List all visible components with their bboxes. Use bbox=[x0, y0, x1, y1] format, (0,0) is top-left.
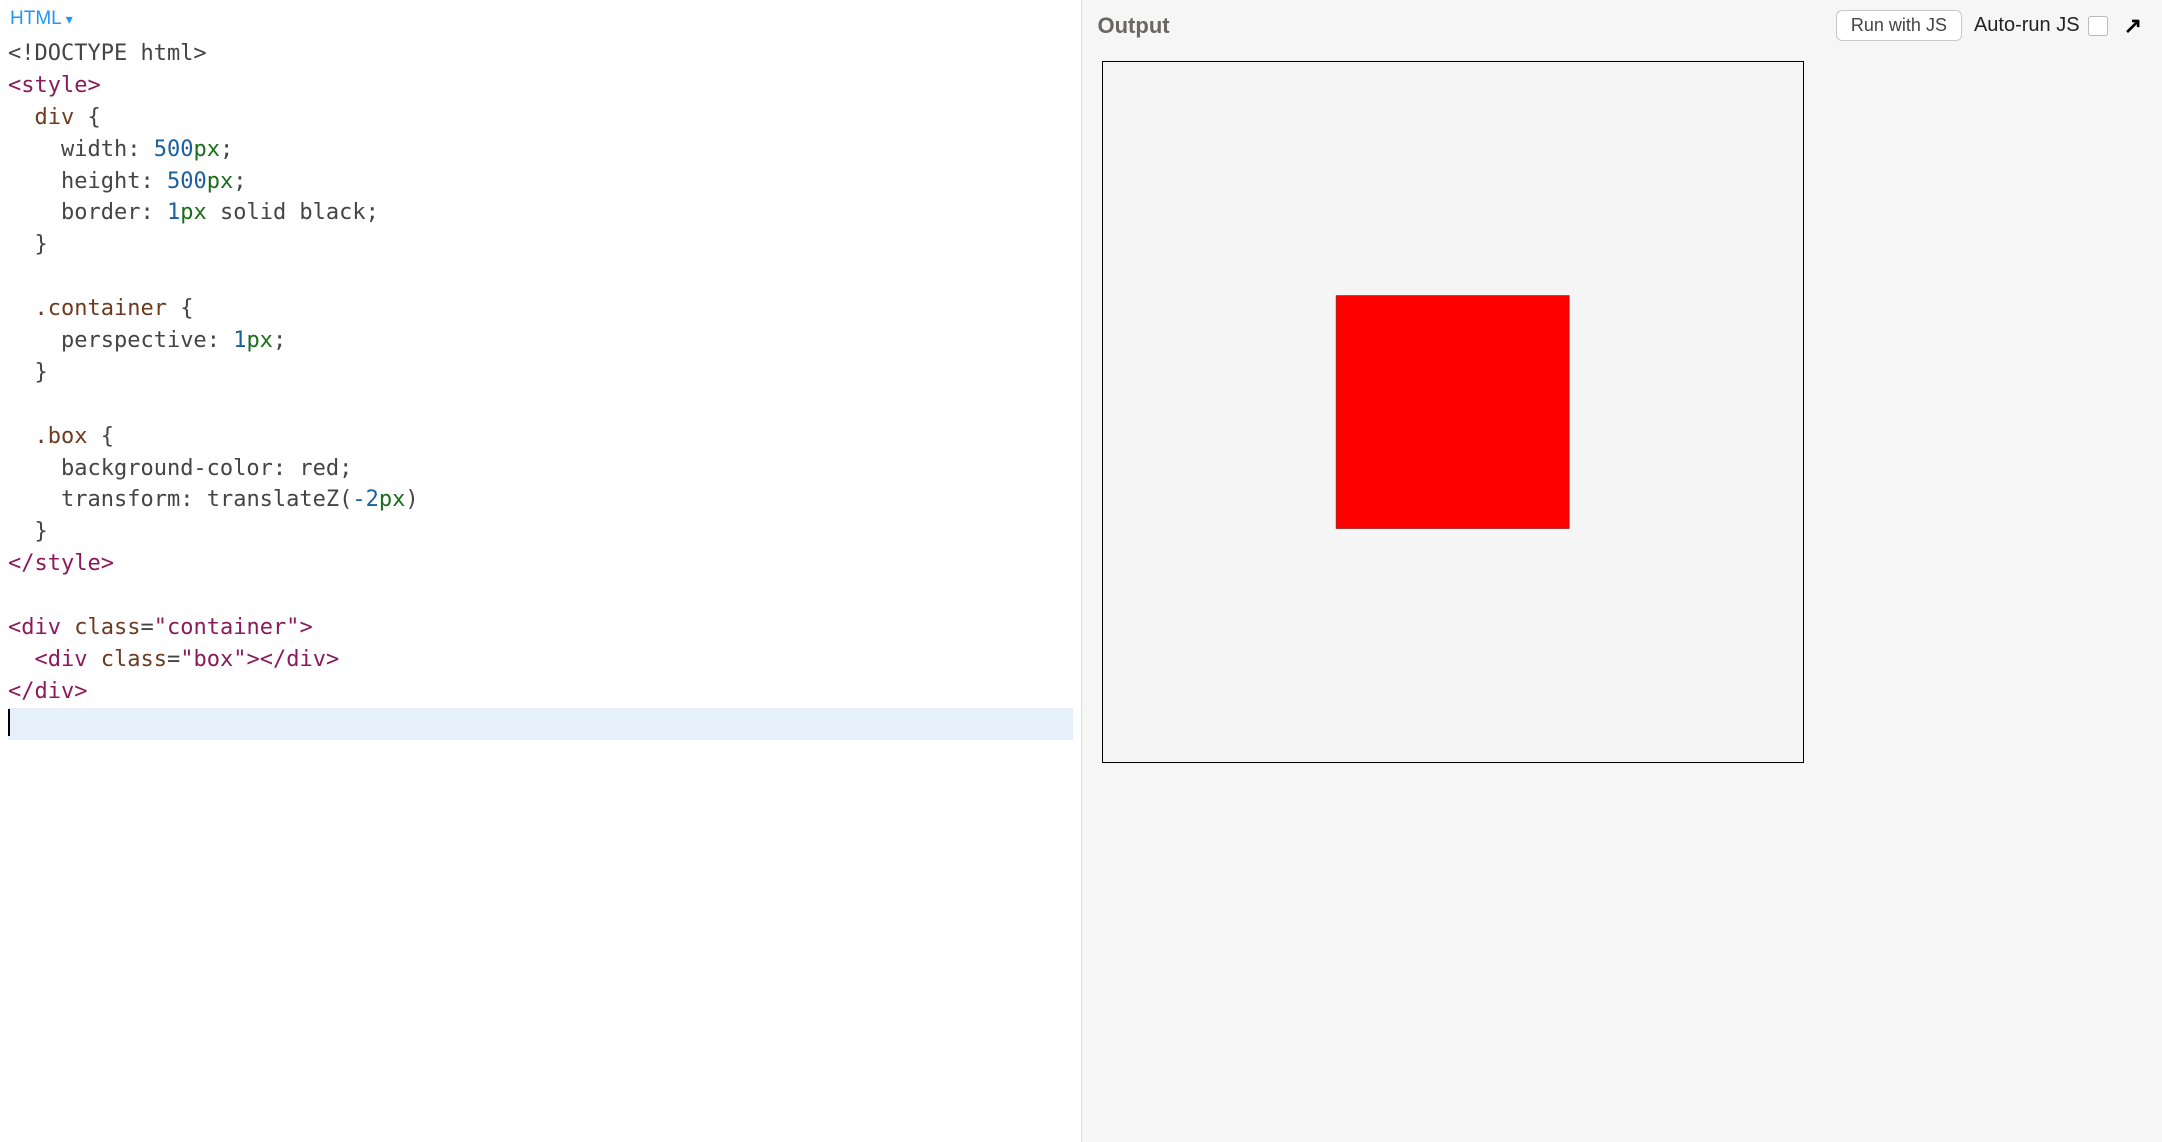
code-line: perspective: 1px; bbox=[8, 325, 1073, 357]
code-line: transform: translateZ(-2px) bbox=[8, 484, 1073, 516]
code-line bbox=[8, 580, 1073, 612]
autorun-label: Auto-run JS bbox=[1974, 14, 2080, 37]
code-line: } bbox=[8, 357, 1073, 389]
output-pane: Output Run with JS Auto-run JS ↗ bbox=[1082, 0, 2162, 1142]
code-line: } bbox=[8, 516, 1073, 548]
code-line: </div> bbox=[8, 676, 1073, 708]
language-label: HTML bbox=[10, 8, 62, 30]
code-line: } bbox=[8, 229, 1073, 261]
code-line bbox=[8, 708, 1073, 740]
output-title: Output bbox=[1098, 13, 1824, 39]
code-line: <!DOCTYPE html> bbox=[8, 38, 1073, 70]
autorun-checkbox[interactable] bbox=[2088, 16, 2108, 36]
expand-icon[interactable]: ↗ bbox=[2120, 13, 2146, 39]
code-editor[interactable]: <!DOCTYPE html><style> div { width: 500p… bbox=[0, 34, 1081, 1142]
code-line: border: 1px solid black; bbox=[8, 197, 1073, 229]
code-line: .container { bbox=[8, 293, 1073, 325]
autorun-toggle[interactable]: Auto-run JS bbox=[1974, 14, 2108, 37]
output-header: Output Run with JS Auto-run JS ↗ bbox=[1082, 0, 2162, 51]
code-line: .box { bbox=[8, 421, 1073, 453]
preview-stage bbox=[1082, 51, 2162, 1142]
code-line: height: 500px; bbox=[8, 166, 1073, 198]
code-line: background-color: red; bbox=[8, 453, 1073, 485]
preview-box bbox=[1336, 295, 1569, 528]
code-line: </style> bbox=[8, 548, 1073, 580]
code-line bbox=[8, 261, 1073, 293]
editor-pane: HTML ▾ <!DOCTYPE html><style> div { widt… bbox=[0, 0, 1082, 1142]
caret-down-icon: ▾ bbox=[66, 11, 73, 28]
editor-header: HTML ▾ bbox=[0, 0, 1081, 34]
preview-container bbox=[1102, 61, 1804, 763]
text-cursor bbox=[8, 709, 10, 735]
code-line: <div class="container"> bbox=[8, 612, 1073, 644]
code-line: <div class="box"></div> bbox=[8, 644, 1073, 676]
code-line: div { bbox=[8, 102, 1073, 134]
code-line: width: 500px; bbox=[8, 134, 1073, 166]
language-selector[interactable]: HTML ▾ bbox=[10, 8, 73, 30]
code-line bbox=[8, 389, 1073, 421]
run-with-js-button[interactable]: Run with JS bbox=[1836, 10, 1962, 41]
code-line: <style> bbox=[8, 70, 1073, 102]
